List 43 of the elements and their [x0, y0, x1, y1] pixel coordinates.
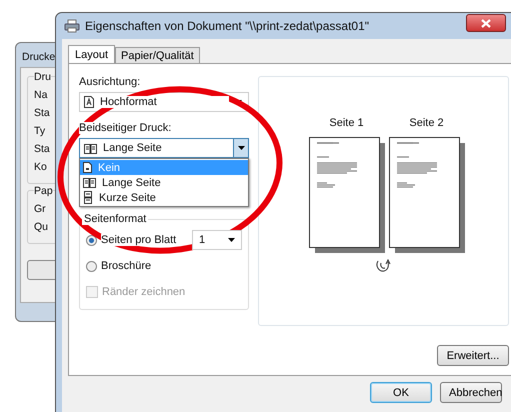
tab[interactable]: Papier/Qualität [115, 47, 200, 63]
orientation-dropdown[interactable]: Hochformat [79, 92, 249, 112]
flip-page-icon [83, 191, 93, 204]
window-title: Eigenschaften von Dokument "\\print-zedat\passat01" [85, 19, 370, 33]
option-label: Ränder zeichnen [102, 286, 186, 298]
field-label: Ko [34, 161, 47, 173]
radio-button[interactable] [86, 234, 97, 246]
close-button[interactable] [466, 14, 506, 32]
field-label: Na [34, 89, 48, 101]
pages-per-sheet-dropdown[interactable]: 1 [192, 230, 242, 250]
caret-icon [228, 238, 235, 242]
page-icon [83, 162, 92, 173]
radio-button[interactable] [86, 260, 97, 272]
group-title: Dru [34, 71, 51, 83]
ok-button[interactable]: OK [370, 382, 432, 403]
group-title: Pap [34, 185, 53, 197]
field-label: Gr [34, 203, 46, 215]
duplex-dropdown[interactable]: Lange Seite [79, 138, 249, 158]
group-title: Seitenformat [82, 213, 148, 225]
window-title: Drucke [22, 51, 56, 63]
book-icon [84, 142, 97, 154]
caret-icon [238, 146, 244, 150]
close-icon [481, 18, 491, 28]
field-label: Sta [34, 107, 50, 119]
dropdown-button[interactable] [233, 139, 248, 157]
field-label: Qu [34, 221, 48, 233]
option-label: Broschüre [101, 260, 152, 272]
dropdown-option[interactable]: Kurze Seite [80, 190, 248, 205]
printer-icon [64, 19, 80, 33]
page-label: Seite 2 [409, 117, 444, 129]
advanced-button[interactable]: Erweitert... [437, 345, 509, 366]
dropdown-option[interactable]: Lange Seite [80, 175, 248, 190]
portrait-page-icon [84, 96, 94, 108]
option-label: Seiten pro Blatt [101, 234, 176, 246]
field-label: Ty [34, 125, 46, 137]
field-label: Sta [34, 143, 50, 155]
tab[interactable]: Layout [68, 45, 116, 63]
duplex-label: Beidseitiger Druck: [79, 122, 172, 134]
page-label: Seite 1 [329, 117, 364, 129]
cancel-button[interactable]: Abbrechen [440, 382, 502, 403]
book-icon [83, 177, 96, 188]
orientation-label: Ausrichtung: [79, 76, 140, 88]
rotate-icon [374, 257, 392, 273]
